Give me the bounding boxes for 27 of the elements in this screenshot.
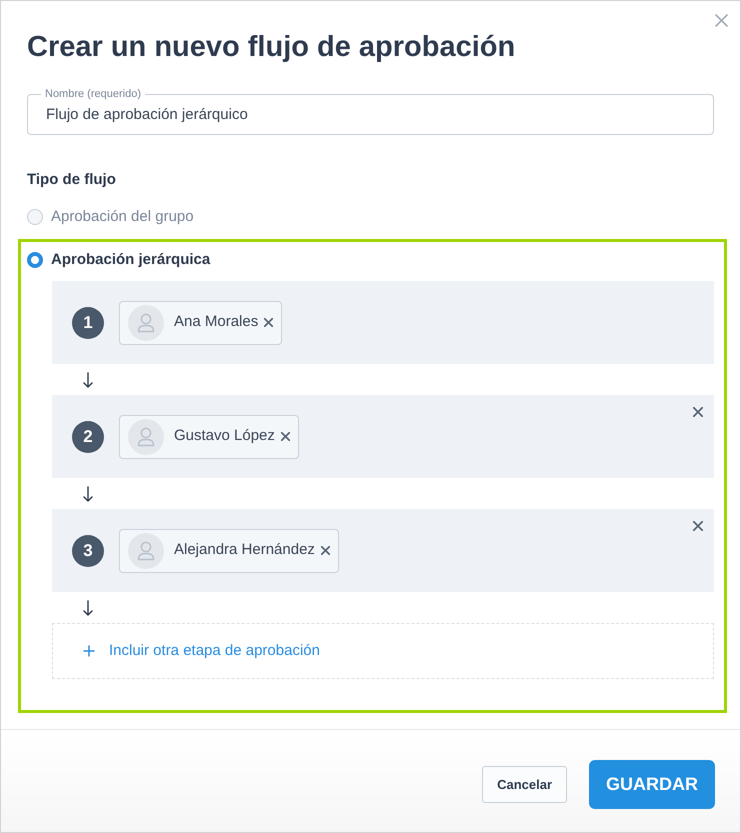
field-label: Nombre (requerido) (41, 87, 145, 101)
remove-icon[interactable] (264, 318, 274, 327)
approver-name: Alejandra Hernández (174, 540, 315, 560)
arrow-down-icon (83, 600, 93, 616)
plus-icon (83, 645, 95, 657)
step-number: 3 (72, 534, 104, 566)
close-icon[interactable] (693, 521, 703, 531)
remove-icon[interactable] (320, 546, 330, 555)
section-heading: Tipo de flujo (27, 170, 117, 190)
user-avatar-icon (128, 304, 164, 340)
arrow-down-icon (83, 372, 93, 388)
step-number: 2 (72, 420, 104, 452)
radio-label[interactable]: Aprobación jerárquica (51, 248, 210, 272)
remove-icon[interactable] (280, 432, 290, 441)
radio-button[interactable] (27, 252, 43, 268)
radio-label[interactable]: Aprobación del grupo (51, 206, 194, 228)
step-number: 1 (72, 306, 104, 338)
radio-button[interactable] (27, 209, 43, 225)
user-avatar-icon (128, 532, 164, 568)
arrow-down-icon (83, 486, 93, 502)
cancel-button[interactable]: Cancelar (482, 766, 567, 803)
add-stage-button[interactable]: Incluir otra etapa de aprobación (52, 623, 714, 679)
close-icon[interactable] (693, 407, 703, 417)
dialog-title: Crear un nuevo flujo de aprobación (27, 30, 516, 64)
approver-name: Gustavo López (174, 426, 275, 446)
approver-name: Ana Morales (174, 312, 258, 332)
user-avatar-icon (128, 418, 164, 454)
